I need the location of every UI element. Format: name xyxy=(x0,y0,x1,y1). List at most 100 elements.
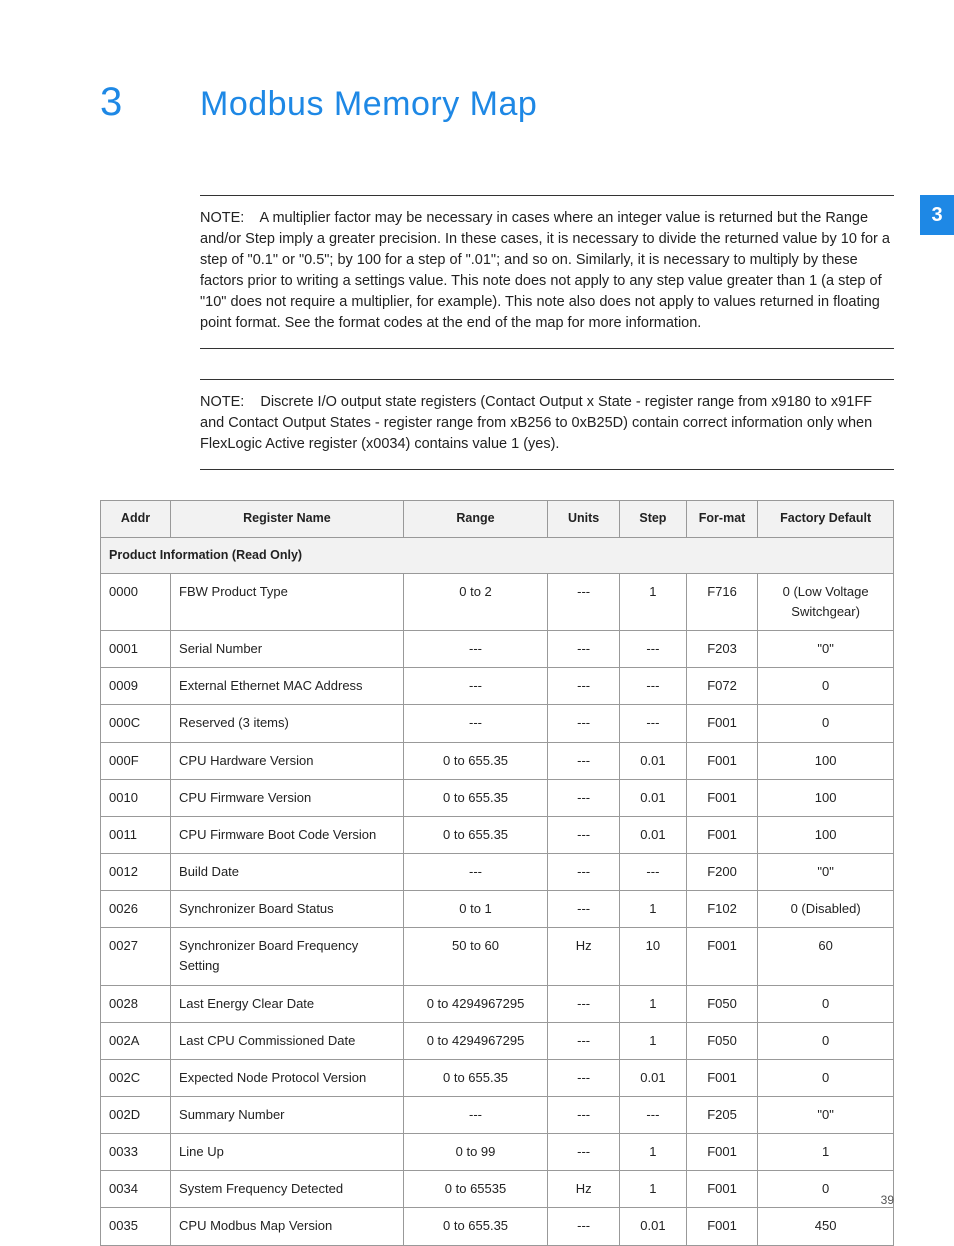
cell-addr: 0012 xyxy=(101,854,171,891)
cell-name: Build Date xyxy=(171,854,404,891)
cell-step: --- xyxy=(619,668,686,705)
cell-units: --- xyxy=(548,1059,620,1096)
cell-default: 100 xyxy=(758,742,894,779)
col-header-units: Units xyxy=(548,501,620,537)
cell-range: --- xyxy=(403,668,548,705)
cell-units: --- xyxy=(548,816,620,853)
cell-units: --- xyxy=(548,668,620,705)
cell-step: 0.01 xyxy=(619,742,686,779)
cell-range: 0 to 655.35 xyxy=(403,1208,548,1245)
cell-addr: 0035 xyxy=(101,1208,171,1245)
table-row: 0028Last Energy Clear Date0 to 429496729… xyxy=(101,985,894,1022)
cell-default: "0" xyxy=(758,631,894,668)
note-block: NOTE: Discrete I/O output state register… xyxy=(200,379,894,470)
cell-format: F050 xyxy=(686,1022,757,1059)
col-header-format: For-mat xyxy=(686,501,757,537)
col-header-name: Register Name xyxy=(171,501,404,537)
col-header-range: Range xyxy=(403,501,548,537)
table-row: 0035CPU Modbus Map Version0 to 655.35---… xyxy=(101,1208,894,1245)
note-block: NOTE: A multiplier factor may be necessa… xyxy=(200,195,894,349)
cell-name: CPU Firmware Boot Code Version xyxy=(171,816,404,853)
cell-range: 0 to 655.35 xyxy=(403,779,548,816)
cell-format: F001 xyxy=(686,705,757,742)
cell-units: --- xyxy=(548,631,620,668)
table-row: 0009External Ethernet MAC Address-------… xyxy=(101,668,894,705)
cell-step: 0.01 xyxy=(619,779,686,816)
cell-step: 1 xyxy=(619,573,686,630)
cell-addr: 0034 xyxy=(101,1171,171,1208)
table-row: 0010CPU Firmware Version0 to 655.35---0.… xyxy=(101,779,894,816)
cell-step: 1 xyxy=(619,1022,686,1059)
cell-default: 450 xyxy=(758,1208,894,1245)
cell-format: F001 xyxy=(686,1208,757,1245)
table-row: 002DSummary Number---------F205"0" xyxy=(101,1097,894,1134)
table-row: 002CExpected Node Protocol Version0 to 6… xyxy=(101,1059,894,1096)
cell-name: System Frequency Detected xyxy=(171,1171,404,1208)
cell-addr: 0010 xyxy=(101,779,171,816)
cell-addr: 002A xyxy=(101,1022,171,1059)
note-label: NOTE: xyxy=(200,210,244,226)
cell-range: 50 to 60 xyxy=(403,928,548,985)
cell-units: --- xyxy=(548,742,620,779)
cell-addr: 0027 xyxy=(101,928,171,985)
cell-format: F102 xyxy=(686,891,757,928)
cell-range: --- xyxy=(403,1097,548,1134)
section-title: Product Information (Read Only) xyxy=(101,537,894,573)
col-header-step: Step xyxy=(619,501,686,537)
cell-format: F716 xyxy=(686,573,757,630)
cell-units: --- xyxy=(548,985,620,1022)
cell-addr: 0001 xyxy=(101,631,171,668)
cell-name: Last Energy Clear Date xyxy=(171,985,404,1022)
cell-name: External Ethernet MAC Address xyxy=(171,668,404,705)
cell-step: --- xyxy=(619,1097,686,1134)
cell-step: 1 xyxy=(619,1134,686,1171)
cell-range: --- xyxy=(403,631,548,668)
cell-default: 0 (Disabled) xyxy=(758,891,894,928)
table-row: 000FCPU Hardware Version0 to 655.35---0.… xyxy=(101,742,894,779)
cell-name: CPU Hardware Version xyxy=(171,742,404,779)
chapter-number: 3 xyxy=(100,80,200,125)
cell-addr: 0026 xyxy=(101,891,171,928)
cell-name: FBW Product Type xyxy=(171,573,404,630)
cell-default: 0 xyxy=(758,1059,894,1096)
cell-default: 0 xyxy=(758,705,894,742)
cell-format: F001 xyxy=(686,816,757,853)
cell-units: --- xyxy=(548,705,620,742)
cell-default: 100 xyxy=(758,779,894,816)
col-header-default: Factory Default xyxy=(758,501,894,537)
cell-range: 0 to 4294967295 xyxy=(403,985,548,1022)
note-text: Discrete I/O output state registers (Con… xyxy=(200,394,872,452)
cell-units: --- xyxy=(548,891,620,928)
cell-default: "0" xyxy=(758,1097,894,1134)
cell-default: 0 xyxy=(758,1022,894,1059)
cell-format: F200 xyxy=(686,854,757,891)
cell-addr: 0009 xyxy=(101,668,171,705)
cell-default: 0 (Low Voltage Switchgear) xyxy=(758,573,894,630)
table-row: 0000FBW Product Type0 to 2---1F7160 (Low… xyxy=(101,573,894,630)
cell-step: --- xyxy=(619,854,686,891)
cell-units: --- xyxy=(548,1134,620,1171)
page-number: 39 xyxy=(881,1193,894,1207)
page: 3 3 Modbus Memory Map NOTE: A multiplier… xyxy=(0,0,954,1235)
cell-name: Summary Number xyxy=(171,1097,404,1134)
cell-step: 1 xyxy=(619,891,686,928)
cell-addr: 0033 xyxy=(101,1134,171,1171)
table-row: 0026Synchronizer Board Status0 to 1---1F… xyxy=(101,891,894,928)
register-table: Addr Register Name Range Units Step For-… xyxy=(100,500,894,1245)
note-text: A multiplier factor may be necessary in … xyxy=(200,210,890,331)
notes-area: NOTE: A multiplier factor may be necessa… xyxy=(200,195,894,470)
cell-addr: 0028 xyxy=(101,985,171,1022)
cell-addr: 002C xyxy=(101,1059,171,1096)
cell-format: F001 xyxy=(686,1134,757,1171)
cell-default: 100 xyxy=(758,816,894,853)
cell-units: --- xyxy=(548,573,620,630)
register-table-body: Product Information (Read Only) 0000FBW … xyxy=(101,537,894,1245)
cell-name: Line Up xyxy=(171,1134,404,1171)
cell-addr: 002D xyxy=(101,1097,171,1134)
cell-default: 60 xyxy=(758,928,894,985)
cell-range: 0 to 655.35 xyxy=(403,1059,548,1096)
table-row: 002ALast CPU Commissioned Date0 to 42949… xyxy=(101,1022,894,1059)
cell-range: 0 to 65535 xyxy=(403,1171,548,1208)
cell-units: --- xyxy=(548,854,620,891)
cell-name: Serial Number xyxy=(171,631,404,668)
